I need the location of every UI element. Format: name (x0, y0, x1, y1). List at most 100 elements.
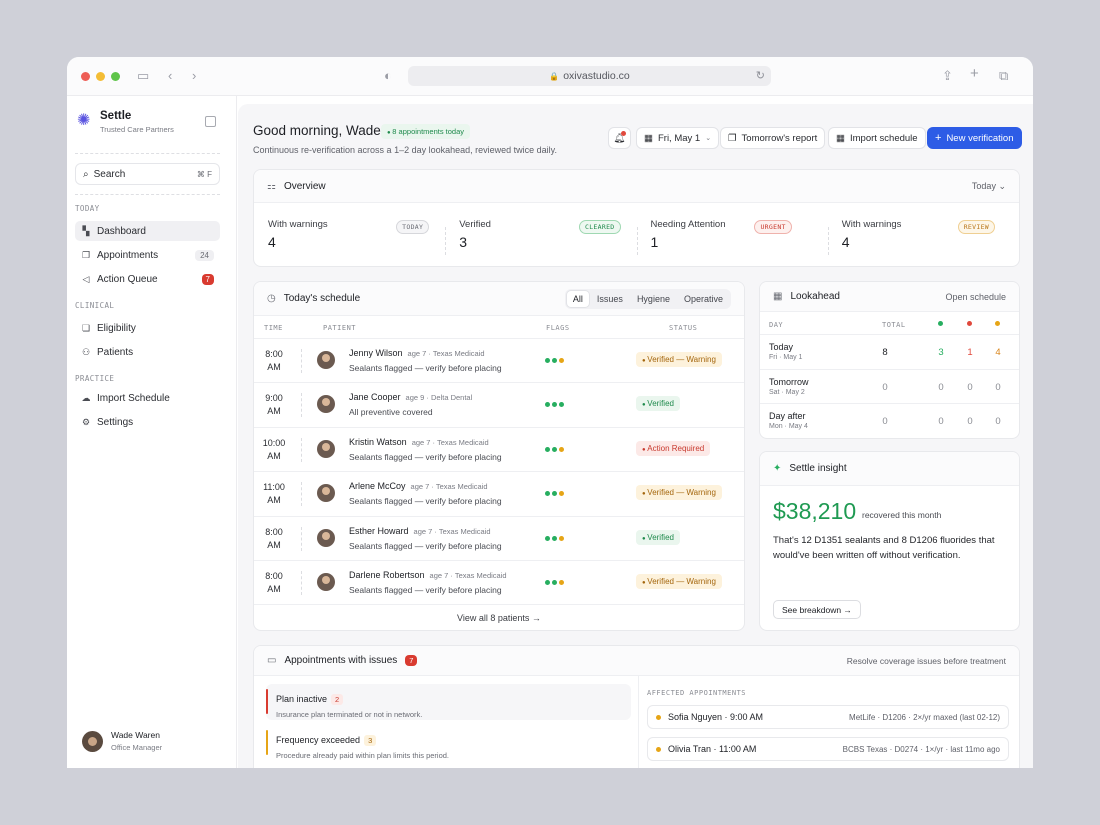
patient-meta: age 7 · Texas Medicaid (407, 349, 485, 358)
sidebar-item-label: Settings (97, 416, 134, 428)
avatar (317, 528, 335, 547)
url-bar[interactable]: 🔒 oxivastudio.co ↻ (408, 66, 771, 86)
browser-titlebar: ▭ ‹ › ◐ 🔒 oxivastudio.co ↻ ⇪ + ⧉ (67, 57, 1033, 96)
view-all-patients-link[interactable]: View all 8 patients → (254, 604, 744, 630)
sidebar-toggle-icon[interactable]: ▭ (137, 68, 149, 84)
share-icon[interactable]: ⇪ (942, 68, 953, 84)
laptop-icon: ▭ (267, 655, 277, 666)
flag-dot (545, 358, 550, 363)
affected-appointment-row[interactable]: Sofia Nguyen · 9:00 AM MetLife · D1206 ·… (647, 705, 1009, 729)
patient-name: Kristin Watson age 7 · Texas Medicaid (349, 436, 489, 447)
close-window-button[interactable] (81, 72, 90, 81)
patient-meta: age 7 · Texas Medicaid (413, 526, 491, 536)
tomorrows-report-button[interactable]: ❐ Tomorrow's report (720, 127, 826, 149)
sidebar-item-patients[interactable]: ⚇ Patients (75, 342, 220, 362)
table-row[interactable]: 10:00 AM Kristin Watson age 7 · Texas Medic… (254, 426, 744, 471)
new-verification-button[interactable]: + New verification (927, 127, 1022, 149)
page-subtitle: Continuous re-verification across a 1–2 … (253, 145, 557, 155)
lookahead-header: ▦ Lookahead Open schedule (760, 282, 1019, 312)
sidebar-divider (75, 153, 220, 154)
table-row[interactable]: 8:00 AM Jenny Wilson age 7 · Texas Medicaid… (254, 338, 744, 382)
appointments-count-badge: 24 (195, 249, 214, 261)
table-row[interactable]: 11:00 AM Arlene McCoy age 7 · Texas Medicai… (254, 471, 744, 515)
cloud-upload-icon: ☁ (81, 392, 91, 403)
see-breakdown-button[interactable]: See breakdown → (773, 600, 861, 619)
url-text: oxivastudio.co (563, 70, 630, 82)
affected-appointment-row[interactable]: Olivia Tran · 11:00 AM BCBS Texas · D027… (647, 737, 1009, 761)
date-picker-button[interactable]: ▦ Fri, May 1 ⌄ (636, 127, 720, 149)
shield-icon[interactable]: ◐ (384, 68, 392, 84)
stat-verified: Verified 3 CLEARED (445, 219, 636, 255)
sidebar-item-settings[interactable]: ⚙ Settings (75, 412, 220, 432)
table-row[interactable]: 8:00 AM Esther Howard age 7 · Texas Medicai… (254, 515, 744, 560)
sidebar: ✺ Settle Trusted Care Partners ⌕ Search … (67, 96, 237, 768)
forward-arrow-icon[interactable]: › (192, 68, 196, 84)
search-input[interactable]: ⌕ Search ⌘ F (75, 163, 220, 185)
table-row[interactable]: 8:00 AM Darlene Robertson age 7 · Texas Med… (254, 560, 744, 604)
new-tab-icon[interactable]: + (970, 66, 979, 82)
page-title: Good morning, Wade (253, 123, 381, 138)
brand[interactable]: ✺ Settle Trusted Care Partners (77, 110, 174, 134)
flags (545, 535, 564, 541)
notifications-button[interactable]: 🔔︎ (608, 127, 631, 149)
issues-hint: Resolve coverage issues before treatment (846, 655, 1006, 666)
collapse-sidebar-icon[interactable] (205, 116, 216, 127)
row-separator (301, 571, 302, 595)
import-schedule-button[interactable]: ▦ Import schedule (828, 127, 926, 149)
sidebar-divider (75, 194, 220, 195)
appointment-time: 9:00 AM (265, 393, 283, 417)
tab-all[interactable]: All (566, 290, 589, 307)
user-profile[interactable]: Wade Waren Office Manager (82, 730, 162, 752)
tab-issues[interactable]: Issues (591, 291, 629, 307)
patient-note: All preventive covered (349, 407, 433, 418)
search-icon: ⌕ (83, 168, 89, 180)
insight-header: ✦ Settle insight (760, 452, 1019, 486)
flag-dot (559, 580, 564, 585)
sidebar-item-import-schedule[interactable]: ☁ Import Schedule (75, 388, 220, 408)
reload-icon[interactable]: ↻ (756, 69, 765, 82)
avatar (317, 439, 335, 458)
flags (545, 446, 564, 452)
patient-note: Sealants flagged — verify before placing (349, 451, 502, 462)
calendar-stack-icon: ❐ (81, 249, 91, 260)
lookahead-row[interactable]: Tomorrow Sat · May 2 0 0 0 0 (760, 368, 1019, 404)
patient-meta: age 9 · Delta Dental (405, 393, 473, 403)
user-name: Wade Waren (111, 730, 160, 740)
warning-dot (656, 714, 661, 720)
tab-hygiene[interactable]: Hygiene (631, 291, 676, 307)
open-schedule-link[interactable]: Open schedule (945, 292, 1006, 302)
user-role: Office Manager (111, 743, 163, 752)
urgent-dot-header (967, 321, 972, 326)
sidebar-item-action-queue[interactable]: ◁ Action Queue 7 (75, 269, 220, 289)
flag-dot (559, 491, 564, 497)
patient-name: Jenny Wilson age 7 · Texas Medicaid (349, 348, 485, 358)
sidebar-item-label: Import Schedule (97, 392, 170, 404)
flags (545, 580, 564, 585)
overview-range-select[interactable]: Today ⌄ (972, 181, 1006, 192)
row-separator (301, 526, 302, 551)
tab-operative[interactable]: Operative (678, 291, 729, 307)
schedule-header: ◷ Today's schedule All Issues Hygiene Op… (254, 282, 744, 316)
calendar-icon: ▦ (836, 132, 845, 144)
issues-card: ▭ Appointments with issues 7 Resolve cov… (253, 645, 1020, 768)
tabs-overview-icon[interactable]: ⧉ (999, 68, 1008, 84)
back-arrow-icon[interactable]: ‹ (168, 68, 172, 84)
col-total: TOTAL (882, 321, 906, 329)
stat-needing-attention: Needing Attention 1 URGENT (636, 219, 828, 255)
issue-frequency-exceeded[interactable]: Frequency exceeded 3 Procedure already pa… (266, 725, 631, 761)
insight-text: That's 12 D1351 sealants and 8 D1206 flu… (773, 533, 1003, 563)
insight-text-part: That's (773, 535, 802, 546)
issue-plan-inactive[interactable]: Plan inactive 2 Insurance plan terminated… (266, 684, 631, 720)
table-row[interactable]: 9:00 AM Jane Cooper age 9 · Delta Dental All… (254, 382, 744, 426)
flag-dot (552, 446, 557, 452)
settle-logo-icon: ✺ (77, 112, 91, 129)
sidebar-item-appointments[interactable]: ❐ Appointments 24 (75, 245, 220, 265)
lookahead-row[interactable]: Day after Mon · May 4 0 0 0 0 (760, 403, 1019, 438)
minimize-window-button[interactable] (96, 72, 105, 81)
stat-value: 4 (268, 234, 276, 250)
sidebar-item-eligibility[interactable]: ❏ Eligibility (75, 318, 220, 338)
lookahead-row[interactable]: Today Fri · May 1 8 3 1 4 (760, 334, 1019, 369)
zoom-window-button[interactable] (111, 72, 120, 81)
sidebar-item-dashboard[interactable]: ▚ Dashboard (75, 221, 220, 241)
insight-text-part: and (880, 535, 902, 546)
